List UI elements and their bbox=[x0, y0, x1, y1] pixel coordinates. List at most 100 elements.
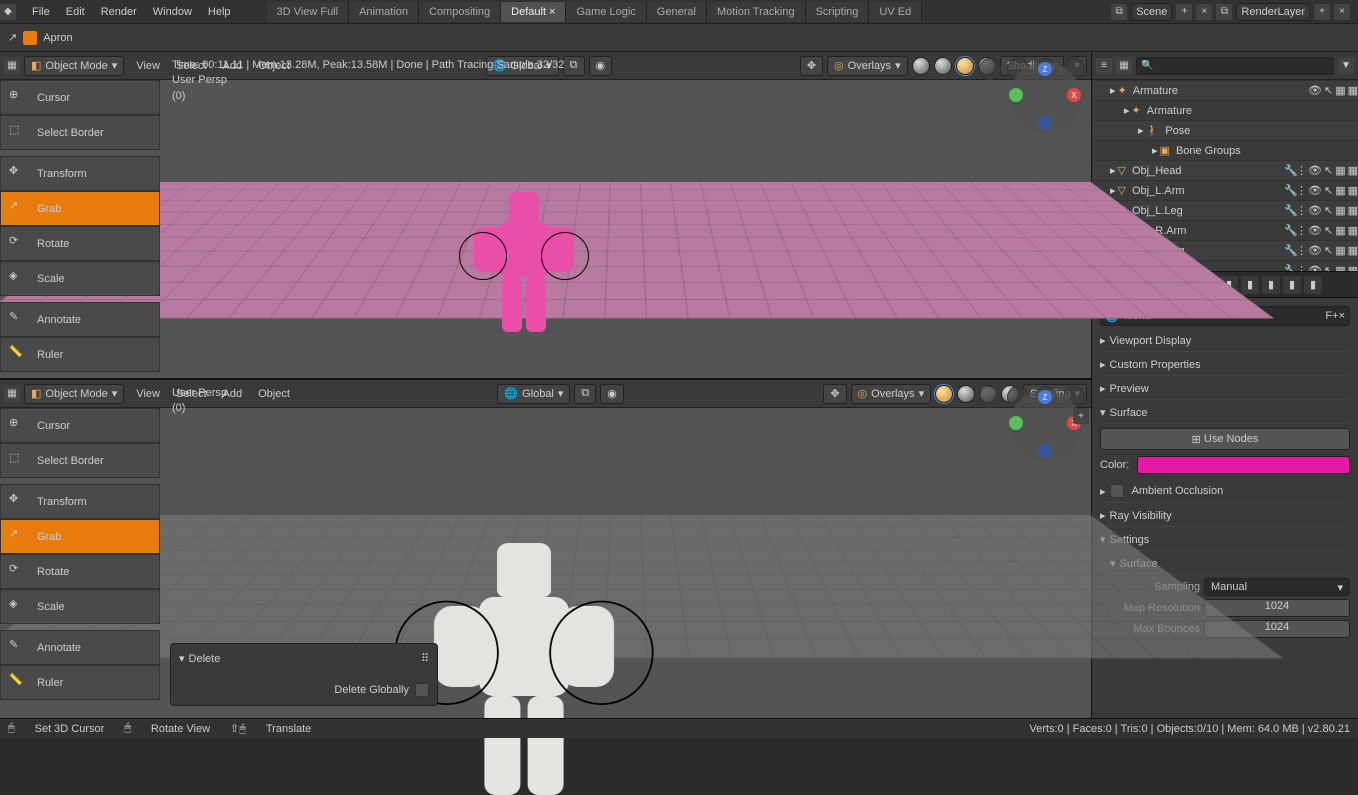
tool-grab[interactable]: ↗Grab bbox=[0, 519, 160, 554]
tool-annotate[interactable]: ✎Annotate bbox=[0, 302, 160, 337]
tool-select-border[interactable]: ⬚Select Border bbox=[0, 443, 160, 478]
panel-surface[interactable]: ▾Surface bbox=[1100, 402, 1350, 424]
use-nodes-button[interactable]: ⊞ Use Nodes bbox=[1100, 428, 1350, 450]
tab-particles[interactable]: ▮ bbox=[1262, 276, 1280, 294]
outliner-type-icon[interactable]: ≡ bbox=[1096, 58, 1112, 74]
tool-select-border[interactable]: ⬚Select Border bbox=[0, 115, 160, 150]
tab-constraints[interactable]: ▮ bbox=[1304, 276, 1322, 294]
render-icon[interactable]: ▦ bbox=[1335, 204, 1345, 217]
workspace-tab[interactable]: Animation bbox=[349, 2, 419, 22]
layer-add-icon[interactable]: + bbox=[1314, 4, 1330, 20]
expand-icon[interactable]: + bbox=[1073, 408, 1089, 424]
menu-window[interactable]: Window bbox=[145, 2, 200, 22]
eye-icon[interactable]: 👁 bbox=[1308, 264, 1322, 271]
axis-z[interactable]: Z bbox=[1038, 390, 1052, 404]
world-color-swatch[interactable] bbox=[1137, 456, 1350, 474]
eye-icon[interactable]: 👁 bbox=[1308, 244, 1322, 257]
eye-icon[interactable]: 👁 bbox=[1308, 184, 1322, 197]
wrench-icon[interactable]: 🔧 bbox=[1284, 184, 1294, 197]
eye-icon[interactable]: 👁 bbox=[1308, 224, 1322, 237]
axis-y[interactable] bbox=[1009, 416, 1023, 430]
apron-toggle[interactable] bbox=[23, 31, 37, 45]
map-resolution-field[interactable]: 1024 bbox=[1204, 599, 1350, 617]
cursor-icon[interactable]: ↖ bbox=[1324, 224, 1333, 237]
layer-browse-icon[interactable]: ⧉ bbox=[1216, 4, 1232, 20]
viewport-body-top[interactable]: Time: 00:11.11 | Mem:13.28M, Peak:13.58M… bbox=[0, 52, 1091, 378]
panel-settings[interactable]: ▾Settings bbox=[1100, 529, 1350, 551]
tab-modifiers[interactable]: ▮ bbox=[1241, 276, 1259, 294]
axis-neg-z[interactable] bbox=[1038, 116, 1052, 130]
tool-rotate[interactable]: ⟳Rotate bbox=[0, 226, 160, 261]
menu-edit[interactable]: Edit bbox=[58, 2, 93, 22]
tool-cursor[interactable]: ⊕Cursor bbox=[0, 80, 160, 115]
cursor-icon[interactable]: ↖ bbox=[1324, 164, 1333, 177]
axis-gizmo[interactable]: Z X bbox=[1009, 62, 1081, 134]
viewport-top[interactable]: ▦ ◧ Object Mode ▾ View Select Add Object… bbox=[0, 52, 1091, 378]
tool-scale[interactable]: ◈Scale bbox=[0, 261, 160, 296]
outliner-item[interactable]: ▸✦Armature bbox=[1092, 100, 1358, 120]
panel-viewport-display[interactable]: ▸Viewport Display bbox=[1100, 330, 1350, 352]
eye-icon[interactable]: 👁 bbox=[1308, 204, 1322, 217]
cursor-icon[interactable]: ↖ bbox=[1324, 204, 1333, 217]
viewport-body-bottom[interactable]: User Persp (0) Z X + bbox=[0, 380, 1091, 718]
cursor-icon[interactable]: ↖ bbox=[1324, 244, 1333, 257]
tool-ruler[interactable]: 📏Ruler bbox=[0, 337, 160, 372]
menu-file[interactable]: File bbox=[24, 2, 58, 22]
outliner-item[interactable]: ▸▽Obj_L.Arm🔧⋮👁↖▦▦ bbox=[1092, 180, 1358, 200]
menu-help[interactable]: Help bbox=[200, 2, 239, 22]
panel-ray-visibility[interactable]: ▸Ray Visibility bbox=[1100, 505, 1350, 527]
panel-grip-icon[interactable]: ⠿ bbox=[421, 652, 429, 665]
outliner-item[interactable]: ▸▽Obj_Head🔧⋮👁↖▦▦ bbox=[1092, 160, 1358, 180]
scene-browse-icon[interactable]: ⧉ bbox=[1111, 4, 1127, 20]
menu-render[interactable]: Render bbox=[93, 2, 145, 22]
nav-zoom-icon[interactable] bbox=[979, 386, 1001, 408]
sampling-dropdown[interactable]: Manual▾ bbox=[1204, 578, 1350, 596]
render-icon[interactable]: ▦ bbox=[1335, 84, 1345, 97]
tool-transform[interactable]: ✥Transform bbox=[0, 484, 160, 519]
filter-icon[interactable]: ▼ bbox=[1338, 58, 1354, 74]
eye-icon[interactable]: 👁 bbox=[1308, 164, 1322, 177]
tool-rotate[interactable]: ⟳Rotate bbox=[0, 554, 160, 589]
character-model[interactable] bbox=[474, 182, 574, 332]
render-icon[interactable]: ▦ bbox=[1335, 264, 1345, 271]
eye-icon[interactable]: 👁 bbox=[1308, 84, 1322, 97]
workspace-tab[interactable]: Default × bbox=[501, 2, 566, 22]
wrench-icon[interactable]: 🔧 bbox=[1284, 204, 1294, 217]
cursor-icon[interactable]: ↖ bbox=[1324, 84, 1333, 97]
panel-preview[interactable]: ▸Preview bbox=[1100, 378, 1350, 400]
workspace-tab[interactable]: Compositing bbox=[419, 2, 501, 22]
wrench-icon[interactable]: 🔧 bbox=[1284, 244, 1294, 257]
cursor-icon[interactable]: ↖ bbox=[1324, 184, 1333, 197]
render-icon[interactable]: ▦ bbox=[1335, 164, 1345, 177]
cursor-icon[interactable]: ↖ bbox=[1324, 264, 1333, 271]
workspace-tab[interactable]: 3D View Full bbox=[267, 2, 350, 22]
world-delete-icon[interactable]: × bbox=[1339, 310, 1345, 322]
wrench-icon[interactable]: 🔧 bbox=[1284, 264, 1294, 271]
tab-physics[interactable]: ▮ bbox=[1283, 276, 1301, 294]
scene-delete-icon[interactable]: × bbox=[1196, 4, 1212, 20]
outliner-item[interactable]: ▸✦Armature👁↖▦▦ bbox=[1092, 80, 1358, 100]
viewport-bottom[interactable]: ▦ ◧ Object Mode ▾ View Select Add Object… bbox=[0, 378, 1091, 718]
axis-z[interactable]: Z bbox=[1038, 62, 1052, 76]
tool-ruler[interactable]: 📏Ruler bbox=[0, 665, 160, 700]
workspace-tab[interactable]: Motion Tracking bbox=[707, 2, 806, 22]
workspace-tab[interactable]: General bbox=[647, 2, 707, 22]
axis-gizmo[interactable]: Z X bbox=[1009, 390, 1081, 462]
character-model[interactable] bbox=[434, 525, 614, 795]
tool-grab[interactable]: ↗Grab bbox=[0, 191, 160, 226]
tool-annotate[interactable]: ✎Annotate bbox=[0, 630, 160, 665]
tool-transform[interactable]: ✥Transform bbox=[0, 156, 160, 191]
nav-zoom-icon[interactable] bbox=[979, 58, 1001, 80]
axis-y[interactable] bbox=[1009, 88, 1023, 102]
outliner-item[interactable]: ▸🚶Pose bbox=[1092, 120, 1358, 140]
workspace-tab[interactable]: Game Logic bbox=[566, 2, 646, 22]
workspace-tab[interactable]: UV Ed bbox=[869, 2, 922, 22]
blender-icon[interactable]: ◆ bbox=[0, 4, 16, 20]
operator-panel-delete[interactable]: ▾ Delete ⠿ Delete Globally bbox=[170, 643, 438, 706]
layer-delete-icon[interactable]: × bbox=[1334, 4, 1350, 20]
render-icon[interactable]: ▦ bbox=[1335, 184, 1345, 197]
fake-user-icon[interactable]: F bbox=[1325, 310, 1332, 322]
panel-custom-props[interactable]: ▸Custom Properties bbox=[1100, 354, 1350, 376]
scene-add-icon[interactable]: + bbox=[1176, 4, 1192, 20]
wrench-icon[interactable]: 🔧 bbox=[1284, 224, 1294, 237]
